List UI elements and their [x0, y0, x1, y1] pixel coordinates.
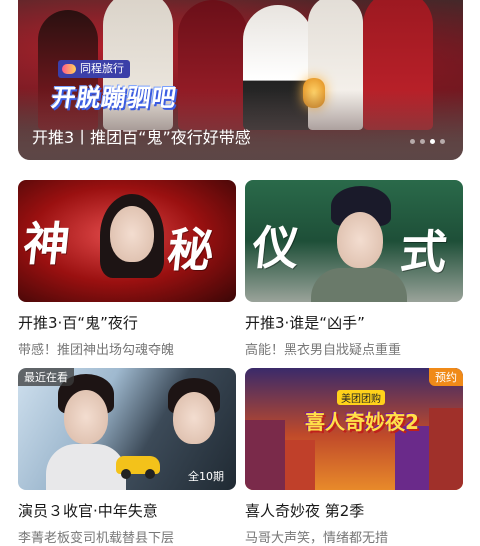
video-subtitle: 李菁老板变司机载替县下层 [18, 531, 175, 546]
video-title[interactable]: 开推3·谁是“凶手” [245, 312, 463, 333]
carousel-dot[interactable] [440, 139, 445, 144]
video-subtitle: 带感！推团神出场勾魂夺魄 [18, 343, 175, 358]
sponsor-label: 同程旅行 [80, 62, 124, 75]
video-thumbnail[interactable]: 仪 式 [245, 180, 463, 302]
thumb-figure [173, 392, 215, 444]
video-subtitle: 高能！黑衣男自戕疑点重重 [245, 343, 402, 358]
sponsor-logo-icon [62, 64, 76, 74]
video-thumbnail[interactable]: 最近在看 全10期 [18, 368, 236, 490]
reserve-badge[interactable]: 预约 [429, 368, 463, 386]
thumb-scenery [429, 408, 463, 490]
hero-caption: 开推3丨推团百“鬼”夜行好带感 [32, 128, 251, 147]
show-title-art: 开脱蹦驷吧 [49, 84, 179, 112]
thumb-figure [311, 268, 407, 302]
video-card[interactable]: 美团团购 喜人奇妙夜2 预约 喜人奇妙夜 第2季 马哥大声笑，情绪都无措 [245, 368, 463, 546]
thumb-figure [337, 212, 383, 268]
video-subtitle: 马哥大声笑，情绪都无措 [245, 531, 389, 546]
thumb-figure [110, 206, 154, 262]
hero-banner[interactable]: 同程旅行 开脱蹦驷吧 开推3丨推团百“鬼”夜行好带感 [18, 0, 463, 160]
sponsor-badge: 同程旅行 [58, 60, 130, 78]
video-title[interactable]: 喜人奇妙夜 第2季 [245, 500, 463, 521]
episode-count-badge: 全10期 [188, 470, 224, 483]
carousel-indicator [410, 139, 445, 144]
video-card[interactable]: 仪 式 开推3·谁是“凶手” 高能！黑衣男自戕疑点重重 [245, 180, 463, 358]
thumb-text: 神 [20, 217, 73, 271]
carousel-dot-active[interactable] [430, 139, 435, 144]
thumb-figure [64, 390, 108, 444]
carousel-dot[interactable] [420, 139, 425, 144]
video-thumbnail[interactable]: 神 秘 [18, 180, 236, 302]
show-logo: 喜人奇妙夜2 [305, 410, 419, 434]
video-title[interactable]: 开推3·百“鬼”夜行 [18, 312, 236, 333]
recent-badge: 最近在看 [18, 368, 74, 386]
sponsor-tag: 美团团购 [337, 390, 385, 405]
thumb-scenery [285, 440, 315, 490]
thumb-scenery [245, 420, 285, 490]
carousel-dot[interactable] [410, 139, 415, 144]
video-thumbnail[interactable]: 美团团购 喜人奇妙夜2 预约 [245, 368, 463, 490]
thumb-scenery [395, 426, 429, 490]
video-title[interactable]: 演员３收官·中年失意 [18, 500, 236, 521]
thumb-text: 式 [397, 225, 450, 279]
video-card[interactable]: 最近在看 全10期 演员３收官·中年失意 李菁老板变司机载替县下层 [18, 368, 236, 546]
video-card[interactable]: 神 秘 开推3·百“鬼”夜行 带感！推团神出场勾魂夺魄 [18, 180, 236, 358]
thumb-text: 秘 [164, 223, 217, 277]
thumb-figure [46, 444, 126, 490]
thumb-text: 仪 [249, 221, 302, 275]
taxi-image [116, 456, 160, 479]
